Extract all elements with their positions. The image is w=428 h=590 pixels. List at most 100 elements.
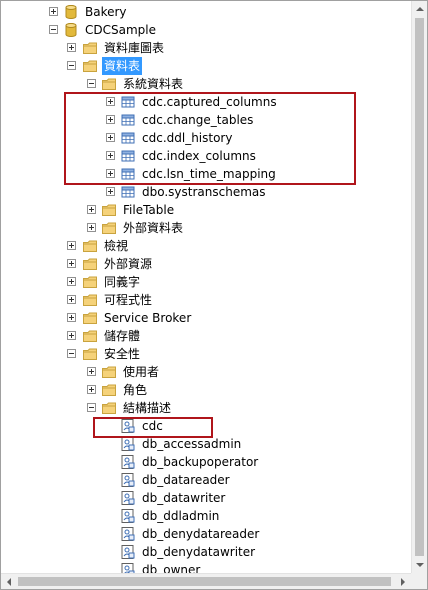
tree-node-label[interactable]: db_denydatareader [140,525,261,543]
scrollbar-corner [411,573,427,589]
expand-plus-icon[interactable] [49,7,58,16]
expand-plus-icon[interactable] [87,367,96,376]
tree-node-label[interactable]: 同義字 [102,273,142,291]
folder-icon [101,364,117,380]
expand-plus-icon[interactable] [67,295,76,304]
tree-node-label[interactable]: 外部資料表 [121,219,185,237]
folder-icon [101,400,117,416]
tree-node[interactable]: db_denydatawriter [1,543,411,561]
expand-plus-icon[interactable] [87,385,96,394]
tree-node[interactable]: dbo.systranschemas [1,183,411,201]
folder-icon [82,328,98,344]
tree-node[interactable]: 檢視 [1,237,411,255]
tree-node-label[interactable]: Service Broker [102,309,193,327]
schema-icon [120,454,136,470]
tree-node[interactable]: Service Broker [1,309,411,327]
tree-node-label[interactable]: 結構描述 [121,399,173,417]
tree-node-label[interactable]: 安全性 [102,345,142,363]
collapse-minus-icon[interactable] [87,403,96,412]
tree-node[interactable]: 結構描述 [1,399,411,417]
object-explorer: Bakery CDCSample 資料庫圖表 資料表 系統資料表 cdc.captured… [0,0,428,590]
tree-node[interactable]: db_datareader [1,471,411,489]
vertical-scrollbar[interactable] [411,1,427,573]
tree-node-label[interactable]: db_denydatawriter [140,543,257,561]
schema-icon [120,472,136,488]
folder-icon [82,238,98,254]
tree-node[interactable]: 資料表 [1,57,411,75]
tree-node-label[interactable]: 檢視 [102,237,130,255]
tree-node-label[interactable]: 外部資源 [102,255,154,273]
tree-node[interactable]: 使用者 [1,363,411,381]
tree-node[interactable]: FileTable [1,201,411,219]
folder-icon [82,40,98,56]
tree-node-label[interactable]: 系統資料表 [121,75,185,93]
tree-node[interactable]: db_ddladmin [1,507,411,525]
expand-plus-icon[interactable] [67,277,76,286]
schema-icon [120,562,136,573]
collapse-minus-icon[interactable] [87,79,96,88]
expand-plus-icon[interactable] [67,331,76,340]
tree-node[interactable]: 角色 [1,381,411,399]
collapse-minus-icon[interactable] [49,25,58,34]
expand-plus-icon[interactable] [67,43,76,52]
schema-icon [120,544,136,560]
database-icon [63,22,79,38]
scroll-up-arrow-icon[interactable] [412,1,427,17]
tree-node[interactable]: 同義字 [1,273,411,291]
tree-node-label[interactable]: db_ddladmin [140,507,221,525]
tree-node-label[interactable]: dbo.systranschemas [140,183,268,201]
tree-node-label[interactable]: 資料庫圖表 [102,39,166,57]
tree-node[interactable]: 外部資料表 [1,219,411,237]
schema-icon [120,436,136,452]
scroll-down-arrow-icon[interactable] [412,557,427,573]
folder-icon [101,202,117,218]
expand-plus-icon[interactable] [106,187,115,196]
expand-plus-icon[interactable] [67,241,76,250]
horizontal-scroll-thumb[interactable] [18,577,391,586]
tree-node-label[interactable]: FileTable [121,201,176,219]
tree-node[interactable]: 可程式性 [1,291,411,309]
folder-icon [101,382,117,398]
expand-plus-icon[interactable] [87,205,96,214]
tree-node-label[interactable]: CDCSample [83,21,158,39]
horizontal-scrollbar[interactable] [1,573,411,589]
database-icon [63,4,79,20]
collapse-minus-icon[interactable] [67,61,76,70]
tree-node-label[interactable]: 使用者 [121,363,161,381]
folder-icon [101,76,117,92]
tree-node-label[interactable]: db_owner [140,561,202,573]
tree-node-label[interactable]: 儲存體 [102,327,142,345]
tree-node-label[interactable]: db_datawriter [140,489,227,507]
tree-node-label[interactable]: db_datareader [140,471,232,489]
collapse-minus-icon[interactable] [67,349,76,358]
tree-node[interactable]: db_denydatareader [1,525,411,543]
tree-node[interactable]: CDCSample [1,21,411,39]
folder-icon [82,346,98,362]
folder-icon [82,292,98,308]
highlight-box-system-tables [64,92,356,185]
tree-node[interactable]: 外部資源 [1,255,411,273]
expand-plus-icon[interactable] [87,223,96,232]
schema-icon [120,490,136,506]
tree-node[interactable]: 資料庫圖表 [1,39,411,57]
scroll-left-arrow-icon[interactable] [1,574,17,589]
tree-node[interactable]: 系統資料表 [1,75,411,93]
expand-plus-icon[interactable] [67,313,76,322]
tree-node[interactable]: Bakery [1,3,411,21]
expand-plus-icon[interactable] [67,259,76,268]
tree-node-label[interactable]: 角色 [121,381,149,399]
tree-node-label[interactable]: 可程式性 [102,291,154,309]
schema-icon [120,508,136,524]
tree-node[interactable]: 安全性 [1,345,411,363]
tree-node[interactable]: 儲存體 [1,327,411,345]
object-tree: Bakery CDCSample 資料庫圖表 資料表 系統資料表 cdc.captured… [1,1,411,573]
tree-node[interactable]: db_backupoperator [1,453,411,471]
tree-node-label[interactable]: Bakery [83,3,129,21]
folder-icon [82,274,98,290]
tree-node[interactable]: db_datawriter [1,489,411,507]
tree-node-label[interactable]: db_backupoperator [140,453,260,471]
tree-node[interactable]: db_owner [1,561,411,573]
tree-node-label[interactable]: 資料表 [102,57,143,75]
scroll-right-arrow-icon[interactable] [395,574,411,589]
vertical-scroll-thumb[interactable] [415,18,424,556]
